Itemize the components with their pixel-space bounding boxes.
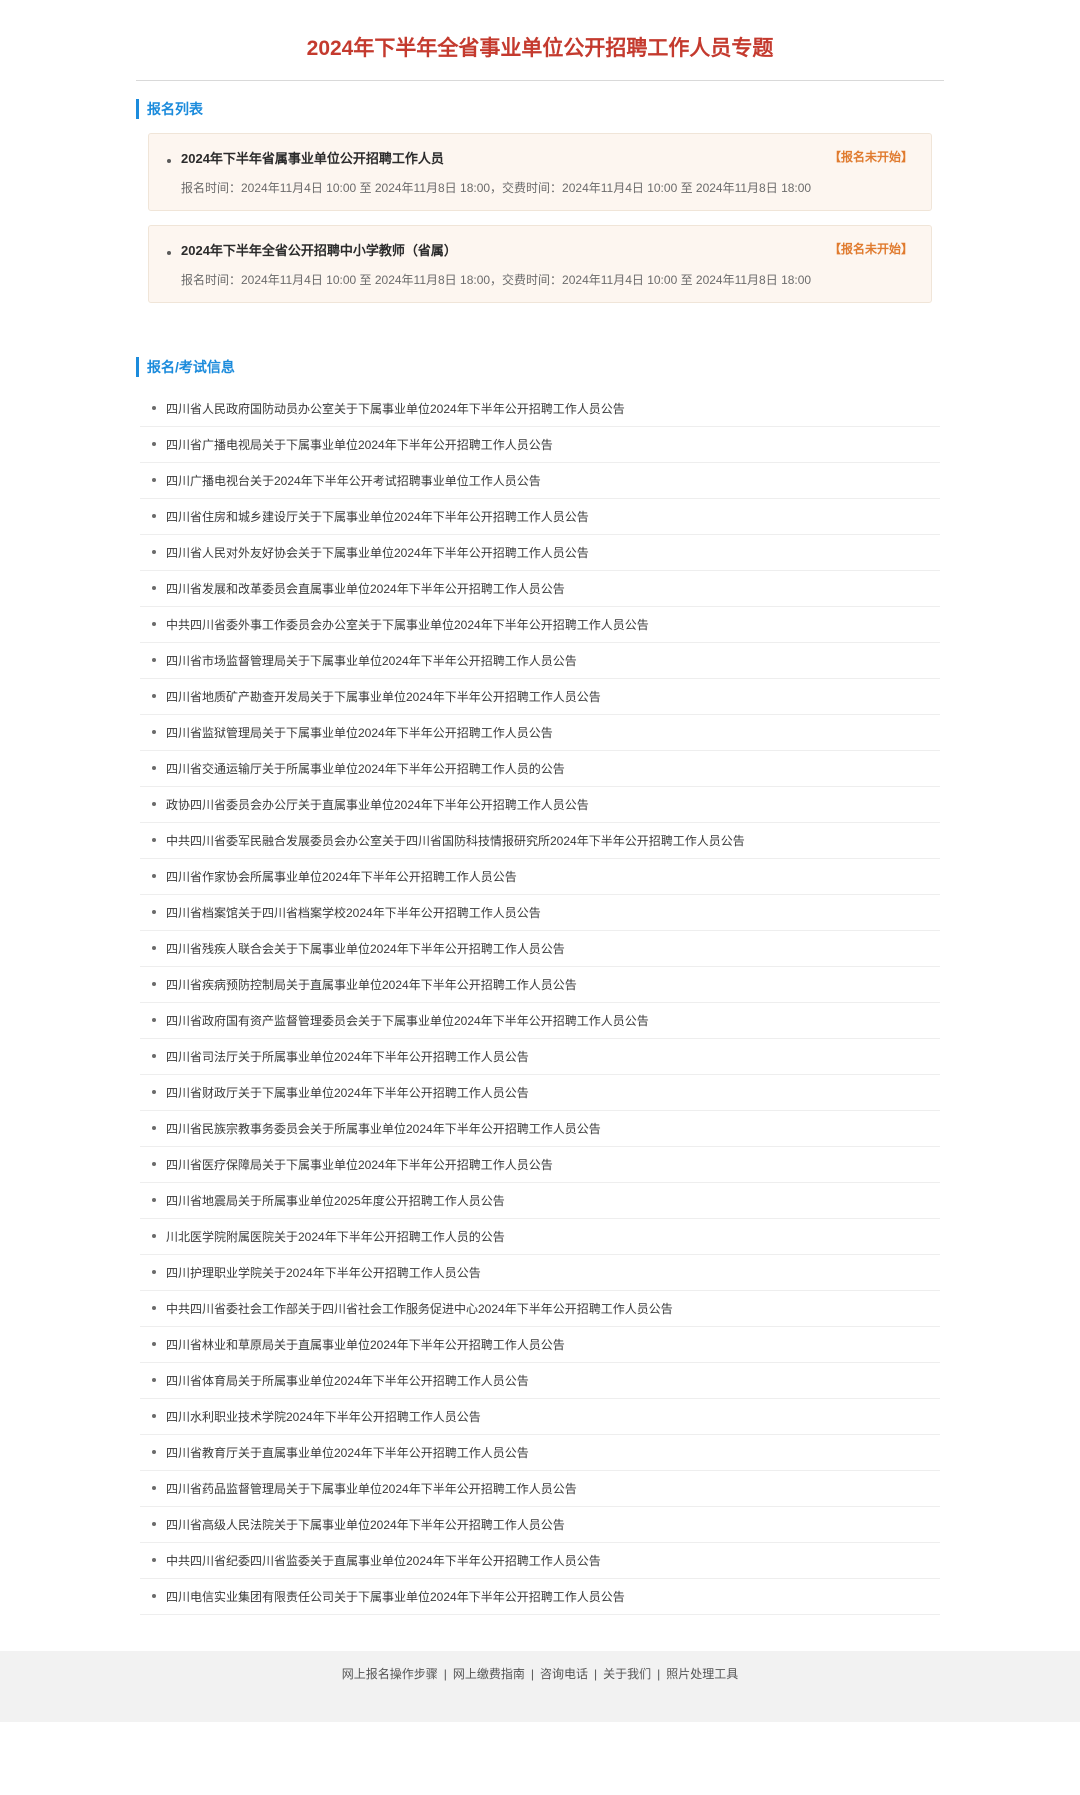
info-link[interactable]: 四川省地质矿产勘查开发局关于下属事业单位2024年下半年公开招聘工作人员公告 xyxy=(166,690,601,704)
info-list-item[interactable]: 四川省市场监督管理局关于下属事业单位2024年下半年公开招聘工作人员公告 xyxy=(140,643,940,679)
info-link[interactable]: 四川省住房和城乡建设厅关于下属事业单位2024年下半年公开招聘工作人员公告 xyxy=(166,510,589,524)
registration-meta: 报名时间：2024年11月4日 10:00 至 2024年11月8日 18:00… xyxy=(167,179,913,196)
info-list-item[interactable]: 四川省医疗保障局关于下属事业单位2024年下半年公开招聘工作人员公告 xyxy=(140,1147,940,1183)
registration-card-header: 2024年下半年全省公开招聘中小学教师（省属） 【报名未开始】 xyxy=(167,240,913,259)
info-link[interactable]: 四川省人民对外友好协会关于下属事业单位2024年下半年公开招聘工作人员公告 xyxy=(166,546,589,560)
info-list-item[interactable]: 四川省体育局关于所属事业单位2024年下半年公开招聘工作人员公告 xyxy=(140,1363,940,1399)
registration-title-wrap: 2024年下半年全省公开招聘中小学教师（省属） xyxy=(167,240,457,259)
info-list-item[interactable]: 四川省人民政府国防动员办公室关于下属事业单位2024年下半年公开招聘工作人员公告 xyxy=(140,391,940,427)
registration-title[interactable]: 2024年下半年全省公开招聘中小学教师（省属） xyxy=(181,240,457,259)
registration-title[interactable]: 2024年下半年省属事业单位公开招聘工作人员 xyxy=(181,148,444,167)
info-link[interactable]: 四川省地震局关于所属事业单位2025年度公开招聘工作人员公告 xyxy=(166,1194,505,1208)
footer-separator: | xyxy=(531,1667,534,1681)
registration-status-badge: 【报名未开始】 xyxy=(829,240,913,257)
info-list-item[interactable]: 四川省监狱管理局关于下属事业单位2024年下半年公开招聘工作人员公告 xyxy=(140,715,940,751)
registration-meta: 报名时间：2024年11月4日 10:00 至 2024年11月8日 18:00… xyxy=(167,271,913,288)
footer-links: 网上报名操作步骤 | 网上缴费指南 | 咨询电话 | 关于我们 | 照片处理工具 xyxy=(0,1665,1080,1682)
info-link[interactable]: 四川水利职业技术学院2024年下半年公开招聘工作人员公告 xyxy=(166,1410,481,1424)
footer-link[interactable]: 网上缴费指南 xyxy=(453,1667,525,1681)
info-list-item[interactable]: 四川省疾病预防控制局关于直属事业单位2024年下半年公开招聘工作人员公告 xyxy=(140,967,940,1003)
registration-title-wrap: 2024年下半年省属事业单位公开招聘工作人员 xyxy=(167,148,444,167)
info-list-item[interactable]: 四川省高级人民法院关于下属事业单位2024年下半年公开招聘工作人员公告 xyxy=(140,1507,940,1543)
info-link[interactable]: 四川省人民政府国防动员办公室关于下属事业单位2024年下半年公开招聘工作人员公告 xyxy=(166,402,625,416)
info-list-item[interactable]: 四川省住房和城乡建设厅关于下属事业单位2024年下半年公开招聘工作人员公告 xyxy=(140,499,940,535)
footer-separator: | xyxy=(594,1667,597,1681)
info-list-item[interactable]: 四川护理职业学院关于2024年下半年公开招聘工作人员公告 xyxy=(140,1255,940,1291)
info-list-item[interactable]: 四川广播电视台关于2024年下半年公开考试招聘事业单位工作人员公告 xyxy=(140,463,940,499)
registration-list: 2024年下半年省属事业单位公开招聘工作人员【报名未开始】报名时间：2024年1… xyxy=(136,133,944,337)
info-link[interactable]: 四川省药品监督管理局关于下属事业单位2024年下半年公开招聘工作人员公告 xyxy=(166,1482,577,1496)
info-link[interactable]: 四川电信实业集团有限责任公司关于下属事业单位2024年下半年公开招聘工作人员公告 xyxy=(166,1590,625,1604)
info-list-item[interactable]: 四川电信实业集团有限责任公司关于下属事业单位2024年下半年公开招聘工作人员公告 xyxy=(140,1579,940,1615)
info-list-item[interactable]: 四川省教育厅关于直属事业单位2024年下半年公开招聘工作人员公告 xyxy=(140,1435,940,1471)
info-link[interactable]: 四川省司法厅关于所属事业单位2024年下半年公开招聘工作人员公告 xyxy=(166,1050,529,1064)
page-title: 2024年下半年全省事业单位公开招聘工作人员专题 xyxy=(136,20,944,80)
registration-card[interactable]: 2024年下半年全省公开招聘中小学教师（省属） 【报名未开始】报名时间：2024年… xyxy=(148,225,932,303)
footer-separator: | xyxy=(657,1667,660,1681)
footer-link[interactable]: 照片处理工具 xyxy=(666,1667,738,1681)
bullet-icon xyxy=(167,251,171,255)
info-list-item[interactable]: 政协四川省委员会办公厅关于直属事业单位2024年下半年公开招聘工作人员公告 xyxy=(140,787,940,823)
info-list-item[interactable]: 四川省档案馆关于四川省档案学校2024年下半年公开招聘工作人员公告 xyxy=(140,895,940,931)
info-link[interactable]: 四川省高级人民法院关于下属事业单位2024年下半年公开招聘工作人员公告 xyxy=(166,1518,565,1532)
info-link[interactable]: 中共四川省委社会工作部关于四川省社会工作服务促进中心2024年下半年公开招聘工作… xyxy=(166,1302,673,1316)
footer: 网上报名操作步骤 | 网上缴费指南 | 咨询电话 | 关于我们 | 照片处理工具 xyxy=(0,1651,1080,1722)
info-list-item[interactable]: 中共四川省委社会工作部关于四川省社会工作服务促进中心2024年下半年公开招聘工作… xyxy=(140,1291,940,1327)
info-list-item[interactable]: 四川水利职业技术学院2024年下半年公开招聘工作人员公告 xyxy=(140,1399,940,1435)
info-list-item[interactable]: 四川省地震局关于所属事业单位2025年度公开招聘工作人员公告 xyxy=(140,1183,940,1219)
info-link[interactable]: 四川省教育厅关于直属事业单位2024年下半年公开招聘工作人员公告 xyxy=(166,1446,529,1460)
info-list-item[interactable]: 川北医学院附属医院关于2024年下半年公开招聘工作人员的公告 xyxy=(140,1219,940,1255)
info-link[interactable]: 川北医学院附属医院关于2024年下半年公开招聘工作人员的公告 xyxy=(166,1230,505,1244)
info-list-item[interactable]: 四川省财政厅关于下属事业单位2024年下半年公开招聘工作人员公告 xyxy=(140,1075,940,1111)
info-link[interactable]: 四川省体育局关于所属事业单位2024年下半年公开招聘工作人员公告 xyxy=(166,1374,529,1388)
info-list-item[interactable]: 中共四川省纪委四川省监委关于直属事业单位2024年下半年公开招聘工作人员公告 xyxy=(140,1543,940,1579)
info-list-item[interactable]: 四川省人民对外友好协会关于下属事业单位2024年下半年公开招聘工作人员公告 xyxy=(140,535,940,571)
info-link[interactable]: 四川省档案馆关于四川省档案学校2024年下半年公开招聘工作人员公告 xyxy=(166,906,541,920)
footer-link[interactable]: 网上报名操作步骤 xyxy=(342,1667,438,1681)
info-link[interactable]: 中共四川省委军民融合发展委员会办公室关于四川省国防科技情报研究所2024年下半年… xyxy=(166,834,745,848)
info-list-item[interactable]: 四川省作家协会所属事业单位2024年下半年公开招聘工作人员公告 xyxy=(140,859,940,895)
section-header-registration: 报名列表 xyxy=(136,99,944,119)
info-list-item[interactable]: 四川省林业和草原局关于直属事业单位2024年下半年公开招聘工作人员公告 xyxy=(140,1327,940,1363)
info-list-item[interactable]: 中共四川省委外事工作委员会办公室关于下属事业单位2024年下半年公开招聘工作人员… xyxy=(140,607,940,643)
info-link[interactable]: 四川省政府国有资产监督管理委员会关于下属事业单位2024年下半年公开招聘工作人员… xyxy=(166,1014,649,1028)
info-list-item[interactable]: 四川省司法厅关于所属事业单位2024年下半年公开招聘工作人员公告 xyxy=(140,1039,940,1075)
info-list-item[interactable]: 四川省民族宗教事务委员会关于所属事业单位2024年下半年公开招聘工作人员公告 xyxy=(140,1111,940,1147)
info-list: 四川省人民政府国防动员办公室关于下属事业单位2024年下半年公开招聘工作人员公告… xyxy=(136,391,944,1615)
info-link[interactable]: 政协四川省委员会办公厅关于直属事业单位2024年下半年公开招聘工作人员公告 xyxy=(166,798,589,812)
info-link[interactable]: 四川省市场监督管理局关于下属事业单位2024年下半年公开招聘工作人员公告 xyxy=(166,654,577,668)
info-link[interactable]: 四川省作家协会所属事业单位2024年下半年公开招聘工作人员公告 xyxy=(166,870,517,884)
info-link[interactable]: 四川省残疾人联合会关于下属事业单位2024年下半年公开招聘工作人员公告 xyxy=(166,942,565,956)
registration-status-badge: 【报名未开始】 xyxy=(829,148,913,165)
section-header-info: 报名/考试信息 xyxy=(136,357,944,377)
info-link[interactable]: 四川省发展和改革委员会直属事业单位2024年下半年公开招聘工作人员公告 xyxy=(166,582,565,596)
info-list-item[interactable]: 中共四川省委军民融合发展委员会办公室关于四川省国防科技情报研究所2024年下半年… xyxy=(140,823,940,859)
registration-card[interactable]: 2024年下半年省属事业单位公开招聘工作人员 【报名未开始】报名时间：2024年1… xyxy=(148,133,932,211)
info-link[interactable]: 中共四川省纪委四川省监委关于直属事业单位2024年下半年公开招聘工作人员公告 xyxy=(166,1554,601,1568)
info-list-item[interactable]: 四川省残疾人联合会关于下属事业单位2024年下半年公开招聘工作人员公告 xyxy=(140,931,940,967)
registration-card-header: 2024年下半年省属事业单位公开招聘工作人员 【报名未开始】 xyxy=(167,148,913,167)
footer-separator: | xyxy=(444,1667,447,1681)
info-list-item[interactable]: 四川省广播电视局关于下属事业单位2024年下半年公开招聘工作人员公告 xyxy=(140,427,940,463)
title-divider xyxy=(136,80,944,81)
footer-link[interactable]: 咨询电话 xyxy=(540,1667,588,1681)
info-list-item[interactable]: 四川省地质矿产勘查开发局关于下属事业单位2024年下半年公开招聘工作人员公告 xyxy=(140,679,940,715)
info-link[interactable]: 四川省医疗保障局关于下属事业单位2024年下半年公开招聘工作人员公告 xyxy=(166,1158,553,1172)
info-link[interactable]: 四川省民族宗教事务委员会关于所属事业单位2024年下半年公开招聘工作人员公告 xyxy=(166,1122,601,1136)
info-link[interactable]: 四川护理职业学院关于2024年下半年公开招聘工作人员公告 xyxy=(166,1266,481,1280)
info-list-item[interactable]: 四川省药品监督管理局关于下属事业单位2024年下半年公开招聘工作人员公告 xyxy=(140,1471,940,1507)
info-link[interactable]: 四川广播电视台关于2024年下半年公开考试招聘事业单位工作人员公告 xyxy=(166,474,541,488)
info-list-item[interactable]: 四川省政府国有资产监督管理委员会关于下属事业单位2024年下半年公开招聘工作人员… xyxy=(140,1003,940,1039)
info-link[interactable]: 中共四川省委外事工作委员会办公室关于下属事业单位2024年下半年公开招聘工作人员… xyxy=(166,618,649,632)
info-link[interactable]: 四川省林业和草原局关于直属事业单位2024年下半年公开招聘工作人员公告 xyxy=(166,1338,565,1352)
bullet-icon xyxy=(167,159,171,163)
info-link[interactable]: 四川省广播电视局关于下属事业单位2024年下半年公开招聘工作人员公告 xyxy=(166,438,553,452)
info-link[interactable]: 四川省监狱管理局关于下属事业单位2024年下半年公开招聘工作人员公告 xyxy=(166,726,553,740)
info-link[interactable]: 四川省交通运输厅关于所属事业单位2024年下半年公开招聘工作人员的公告 xyxy=(166,762,565,776)
info-list-item[interactable]: 四川省发展和改革委员会直属事业单位2024年下半年公开招聘工作人员公告 xyxy=(140,571,940,607)
info-link[interactable]: 四川省疾病预防控制局关于直属事业单位2024年下半年公开招聘工作人员公告 xyxy=(166,978,577,992)
footer-link[interactable]: 关于我们 xyxy=(603,1667,651,1681)
info-link[interactable]: 四川省财政厅关于下属事业单位2024年下半年公开招聘工作人员公告 xyxy=(166,1086,529,1100)
info-list-item[interactable]: 四川省交通运输厅关于所属事业单位2024年下半年公开招聘工作人员的公告 xyxy=(140,751,940,787)
